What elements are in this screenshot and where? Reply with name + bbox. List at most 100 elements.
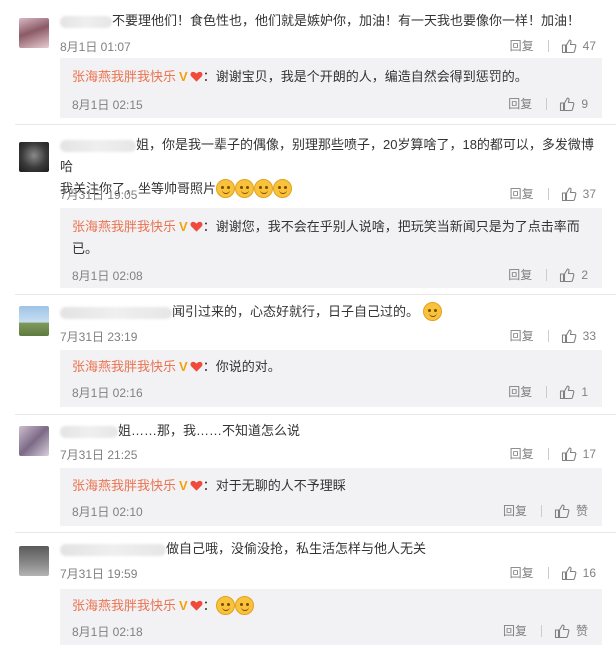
thumbs-up-icon[interactable]: [561, 38, 577, 54]
reply-author-link[interactable]: 张海燕我胖我快乐: [72, 359, 176, 374]
reply-button[interactable]: 回复: [508, 95, 532, 112]
like-count[interactable]: 9: [581, 97, 588, 111]
like-count[interactable]: 37: [583, 187, 596, 201]
comment-text: 姐……那，我……不知道怎么说: [60, 420, 602, 442]
like-count[interactable]: 1: [581, 385, 588, 399]
blurred-username[interactable]: [60, 306, 172, 319]
comment-actions: 回复 17: [510, 445, 596, 462]
reply-time: 8月1日 02:16: [72, 386, 143, 400]
thumbs-up-icon[interactable]: [554, 503, 570, 519]
action-divider: [547, 566, 549, 579]
heart-icon: [190, 360, 203, 373]
blurred-username[interactable]: [60, 425, 118, 438]
reply-text: 张海燕我胖我快乐 V ：谢谢您，我不会在乎别人说啥，把玩笑当新闻只是为了点击率而已。: [72, 216, 592, 260]
reply-button[interactable]: 回复: [510, 185, 534, 202]
comment-actions: 回复 37: [510, 185, 596, 202]
reply-box: 张海燕我胖我快乐 V ：谢谢您，我不会在乎别人说啥，把玩笑当新闻只是为了点击率而已。…: [60, 208, 602, 288]
like-count[interactable]: 16: [583, 566, 596, 580]
reply-button[interactable]: 回复: [508, 383, 532, 400]
comment-actions: 回复 47: [510, 37, 596, 54]
comment-item: 姐，你是我一辈子的偶像，别理那些喷子，20岁算啥了，18的都可以，多发微博哈 我…: [0, 125, 616, 295]
reply-button[interactable]: 回复: [508, 266, 532, 283]
reply-time: 8月1日 02:18: [72, 625, 143, 639]
verified-v-icon: V: [179, 69, 188, 84]
like-count[interactable]: 2: [581, 268, 588, 282]
reply-text: 张海燕我胖我快乐 V：: [72, 595, 592, 617]
thumbs-up-icon[interactable]: [561, 186, 577, 202]
action-divider: [547, 39, 549, 52]
reply-time: 8月1日 02:10: [72, 505, 143, 519]
reply-button[interactable]: 回复: [503, 622, 527, 639]
comment-text: 不要理他们！食色性也，他们就是嫉妒你，加油！有一天我也要像你一样！加油！: [60, 10, 602, 32]
action-divider: [546, 97, 548, 110]
avatar[interactable]: [19, 426, 49, 456]
reply-button[interactable]: 回复: [503, 502, 527, 519]
verified-v-icon: V: [179, 359, 188, 374]
action-divider: [547, 329, 549, 342]
reply-button[interactable]: 回复: [510, 445, 534, 462]
action-divider: [546, 385, 548, 398]
heart-icon: [190, 599, 203, 612]
smile-emoji-icon: [235, 179, 255, 198]
reply-button[interactable]: 回复: [510, 327, 534, 344]
blurred-username[interactable]: [60, 15, 112, 28]
reply-text: 张海燕我胖我快乐 V ：你说的对。: [72, 356, 592, 378]
thumbs-up-icon[interactable]: [561, 565, 577, 581]
reply-author-link[interactable]: 张海燕我胖我快乐: [72, 598, 176, 613]
heart-icon: [190, 220, 203, 233]
avatar[interactable]: [19, 546, 49, 576]
reply-actions: 回复 赞: [503, 502, 588, 519]
reply-text: 张海燕我胖我快乐 V ：对于无聊的人不予理睬: [72, 475, 592, 497]
reply-button[interactable]: 回复: [510, 564, 534, 581]
comment-time: 7月31日 23:19: [60, 330, 138, 344]
verified-v-icon: V: [179, 478, 188, 493]
like-count[interactable]: 33: [583, 329, 596, 343]
reply-author-link[interactable]: 张海燕我胖我快乐: [72, 219, 176, 234]
like-count[interactable]: 赞: [576, 622, 588, 639]
comment-time: 7月31日 19:59: [60, 567, 138, 581]
avatar[interactable]: [19, 306, 49, 336]
comment-item: 闻引过来的，心态好就行，日子自己过的。 7月31日 23:19 回复 33 张海…: [0, 295, 616, 415]
reply-actions: 回复 1: [508, 383, 588, 400]
smile-emoji-icon: [234, 596, 254, 615]
reply-author-link[interactable]: 张海燕我胖我快乐: [72, 69, 176, 84]
avatar[interactable]: [19, 18, 49, 48]
comment-actions: 回复 33: [510, 327, 596, 344]
like-count[interactable]: 47: [583, 39, 596, 53]
reply-box: 张海燕我胖我快乐 V ：对于无聊的人不予理睬 8月1日 02:10 回复 赞: [60, 468, 602, 526]
verified-v-icon: V: [179, 219, 188, 234]
reply-actions: 回复 9: [508, 95, 588, 112]
smile-emoji-icon: [215, 596, 235, 615]
smile-emoji-icon: [273, 179, 293, 198]
comment-item: 做自己哦，没偷没抢，私生活怎样与他人无关 7月31日 19:59 回复 16 张…: [0, 533, 616, 649]
thumbs-up-icon[interactable]: [559, 96, 575, 112]
action-divider: [547, 447, 549, 460]
like-count[interactable]: 赞: [576, 502, 588, 519]
thumbs-up-icon[interactable]: [561, 446, 577, 462]
blurred-username[interactable]: [60, 139, 136, 152]
action-divider: [540, 624, 542, 637]
comment-time: 8月1日 01:07: [60, 40, 131, 54]
reply-author-link[interactable]: 张海燕我胖我快乐: [72, 478, 176, 493]
smile-emoji-icon: [423, 302, 443, 321]
reply-box: 张海燕我胖我快乐 V ：你说的对。 8月1日 02:16 回复 1: [60, 350, 602, 407]
comment-text: 闻引过来的，心态好就行，日子自己过的。: [60, 301, 602, 323]
thumbs-up-icon[interactable]: [554, 623, 570, 639]
reply-actions: 回复 赞: [503, 622, 588, 639]
avatar[interactable]: [19, 142, 49, 172]
thumbs-up-icon[interactable]: [561, 328, 577, 344]
comment-text: 做自己哦，没偷没抢，私生活怎样与他人无关: [60, 538, 602, 560]
verified-v-icon: V: [179, 598, 188, 613]
action-divider: [546, 268, 548, 281]
reply-time: 8月1日 02:15: [72, 98, 143, 112]
thumbs-up-icon[interactable]: [559, 267, 575, 283]
reply-box: 张海燕我胖我快乐 V ：谢谢宝贝，我是个开朗的人，编造自然会得到惩罚的。 8月1日 …: [60, 58, 602, 118]
like-count[interactable]: 17: [583, 447, 596, 461]
action-divider: [540, 504, 542, 517]
heart-icon: [190, 70, 203, 83]
action-divider: [547, 187, 549, 200]
comment-time: 7月31日 19:05: [60, 188, 138, 202]
thumbs-up-icon[interactable]: [559, 384, 575, 400]
blurred-username[interactable]: [60, 543, 166, 556]
reply-button[interactable]: 回复: [510, 37, 534, 54]
